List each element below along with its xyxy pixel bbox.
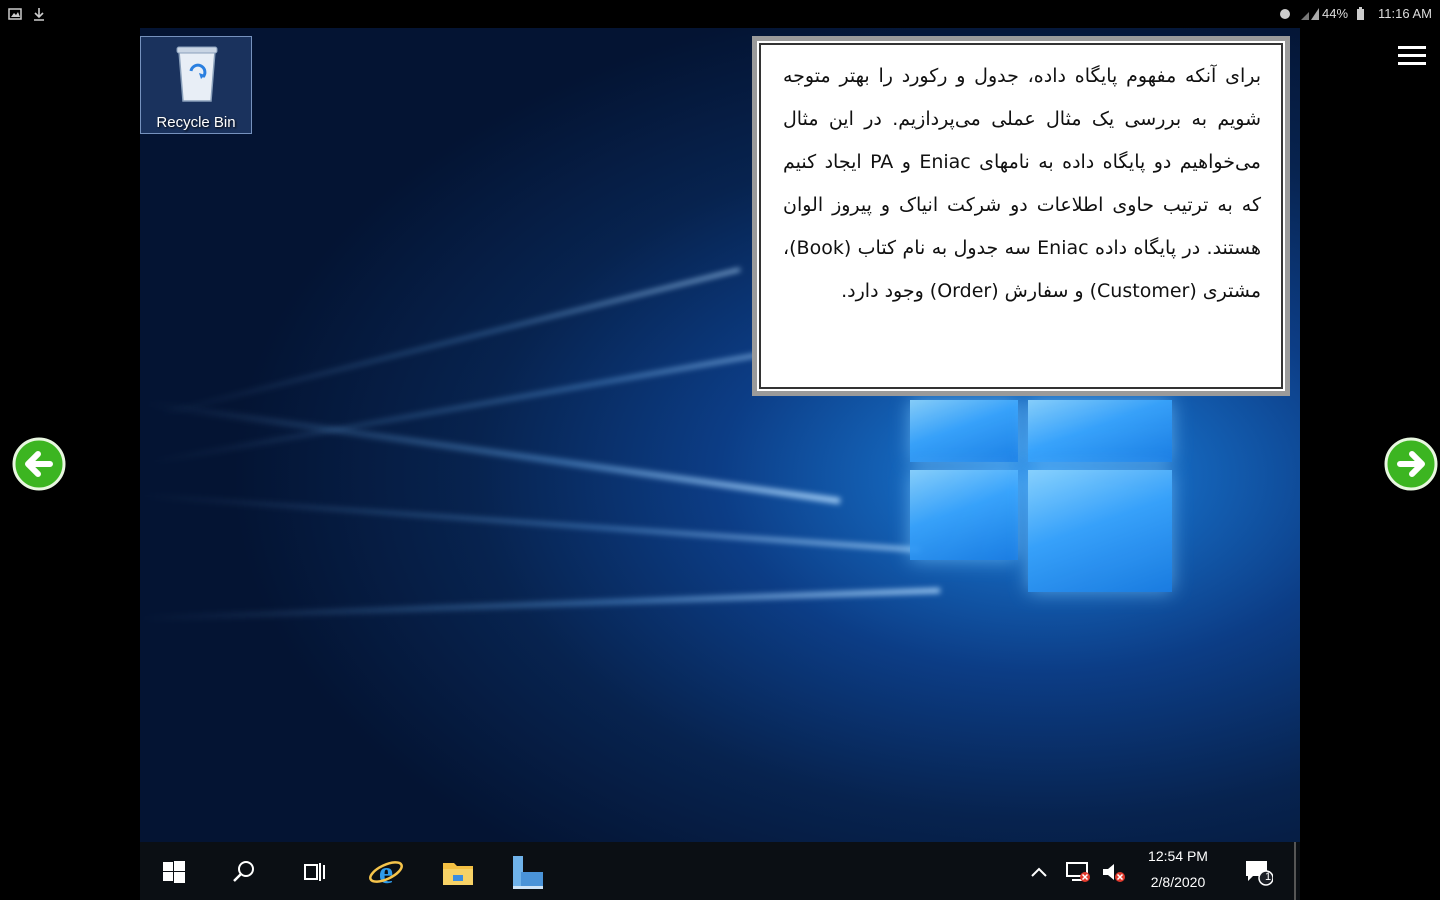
signal-icon — [1300, 7, 1319, 21]
recycle-bin-shortcut[interactable]: Recycle Bin — [140, 36, 252, 134]
image-notification-icon — [8, 6, 22, 20]
internet-explorer-button[interactable]: e — [366, 852, 406, 892]
android-status-bar: 44% 11:16 AM — [0, 0, 1440, 30]
arrow-right-icon — [1384, 437, 1438, 491]
windows-logo-wallpaper — [910, 400, 1180, 610]
network-tray-button[interactable] — [1060, 852, 1096, 892]
taskbar-clock-time[interactable]: 12:54 PM — [1136, 848, 1220, 864]
recycle-bin-icon — [173, 43, 221, 107]
server-manager-icon — [513, 856, 543, 889]
task-view-button[interactable] — [294, 852, 334, 892]
windows-taskbar: e 12:54 PM 2/8/2020 1 — [140, 842, 1300, 900]
internet-explorer-icon: e — [369, 854, 403, 890]
status-time: 11:16 AM — [1378, 6, 1432, 21]
volume-tray-button[interactable] — [1096, 852, 1132, 892]
task-view-icon — [304, 863, 325, 881]
battery-icon — [1356, 6, 1370, 21]
notification-count: 1 — [1265, 871, 1272, 883]
battery-percent: 44% — [1322, 6, 1349, 21]
alarm-icon — [1278, 7, 1292, 21]
start-button[interactable] — [154, 852, 194, 892]
next-arrow-button[interactable] — [1384, 437, 1438, 491]
network-disconnected-icon — [1066, 862, 1090, 882]
show-hidden-icons-button[interactable] — [1024, 852, 1054, 892]
show-desktop-divider[interactable] — [1294, 842, 1296, 900]
action-center-button[interactable]: 1 — [1238, 852, 1278, 892]
previous-arrow-button[interactable] — [12, 437, 66, 491]
chevron-up-icon — [1031, 867, 1047, 877]
recycle-bin-label: Recycle Bin — [156, 114, 236, 131]
search-button[interactable] — [224, 852, 264, 892]
folder-icon — [443, 863, 473, 885]
search-icon — [233, 861, 254, 882]
download-icon — [32, 6, 46, 21]
windows-start-icon — [163, 861, 185, 883]
arrow-left-icon — [12, 437, 66, 491]
file-explorer-button[interactable] — [438, 852, 478, 892]
svg-text:e: e — [379, 854, 393, 890]
note-paragraph: برای آنکه مفهوم پایگاه داده، جدول و رکور… — [783, 65, 1261, 302]
server-manager-button[interactable] — [508, 852, 548, 892]
text-note-panel: برای آنکه مفهوم پایگاه داده، جدول و رکور… — [752, 36, 1290, 396]
volume-muted-icon — [1103, 864, 1125, 882]
taskbar-clock-date[interactable]: 2/8/2020 — [1136, 874, 1220, 890]
hamburger-menu-icon[interactable] — [1397, 44, 1427, 68]
